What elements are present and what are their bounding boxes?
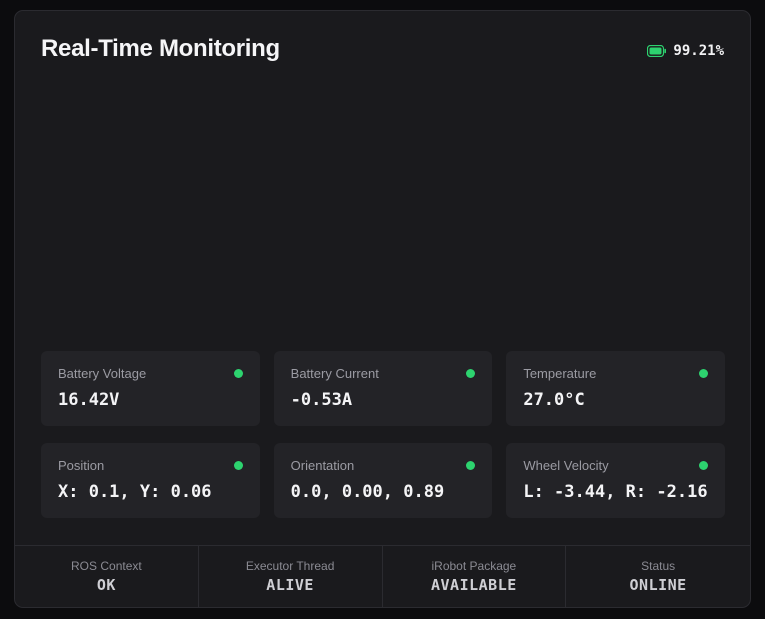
page-title: Real-Time Monitoring: [41, 35, 280, 63]
status-label: Status: [641, 559, 675, 573]
status-cell-executor-thread: Executor Thread ALIVE: [199, 546, 383, 607]
card-header-row: Battery Current: [291, 366, 476, 381]
battery-icon: [647, 45, 666, 57]
status-cell-ros-context: ROS Context OK: [15, 546, 199, 607]
panel-header: Real-Time Monitoring 99.21%: [15, 11, 750, 63]
card-value: L: -3.44, R: -2.16: [523, 482, 708, 502]
card-label: Temperature: [523, 366, 596, 381]
card-label: Battery Voltage: [58, 366, 146, 381]
card-header-row: Position: [58, 458, 243, 473]
card-wheel-velocity: Wheel Velocity L: -3.44, R: -2.16: [506, 443, 725, 518]
card-label: Battery Current: [291, 366, 379, 381]
battery-indicator: 99.21%: [647, 43, 724, 59]
status-ok-icon: [466, 461, 475, 470]
card-value: X: 0.1, Y: 0.06: [58, 482, 243, 502]
status-ok-icon: [234, 461, 243, 470]
card-value: -0.53A: [291, 390, 476, 410]
status-value: AVAILABLE: [431, 576, 517, 594]
card-header-row: Wheel Velocity: [523, 458, 708, 473]
card-header-row: Battery Voltage: [58, 366, 243, 381]
card-temperature: Temperature 27.0°C: [506, 351, 725, 426]
status-value: ALIVE: [266, 576, 314, 594]
monitoring-panel: Real-Time Monitoring 99.21% Battery Volt…: [14, 10, 751, 608]
card-label: Position: [58, 458, 104, 473]
card-value: 27.0°C: [523, 390, 708, 410]
status-bar: ROS Context OK Executor Thread ALIVE iRo…: [15, 545, 750, 607]
card-header-row: Temperature: [523, 366, 708, 381]
metric-cards-grid: Battery Voltage 16.42V Battery Current -…: [15, 351, 750, 518]
card-battery-current: Battery Current -0.53A: [274, 351, 493, 426]
status-value: ONLINE: [630, 576, 687, 594]
card-label: Orientation: [291, 458, 355, 473]
content-area: [15, 63, 750, 351]
status-label: iRobot Package: [432, 559, 517, 573]
status-cell-status: Status ONLINE: [566, 546, 750, 607]
status-value: OK: [97, 576, 116, 594]
card-value: 16.42V: [58, 390, 243, 410]
card-orientation: Orientation 0.0, 0.00, 0.89: [274, 443, 493, 518]
card-battery-voltage: Battery Voltage 16.42V: [41, 351, 260, 426]
status-label: Executor Thread: [246, 559, 335, 573]
status-ok-icon: [234, 369, 243, 378]
status-ok-icon: [466, 369, 475, 378]
card-position: Position X: 0.1, Y: 0.06: [41, 443, 260, 518]
status-label: ROS Context: [71, 559, 142, 573]
card-value: 0.0, 0.00, 0.89: [291, 482, 476, 502]
status-ok-icon: [699, 369, 708, 378]
card-header-row: Orientation: [291, 458, 476, 473]
battery-percent: 99.21%: [673, 43, 724, 59]
status-cell-irobot-package: iRobot Package AVAILABLE: [383, 546, 567, 607]
card-label: Wheel Velocity: [523, 458, 608, 473]
status-ok-icon: [699, 461, 708, 470]
